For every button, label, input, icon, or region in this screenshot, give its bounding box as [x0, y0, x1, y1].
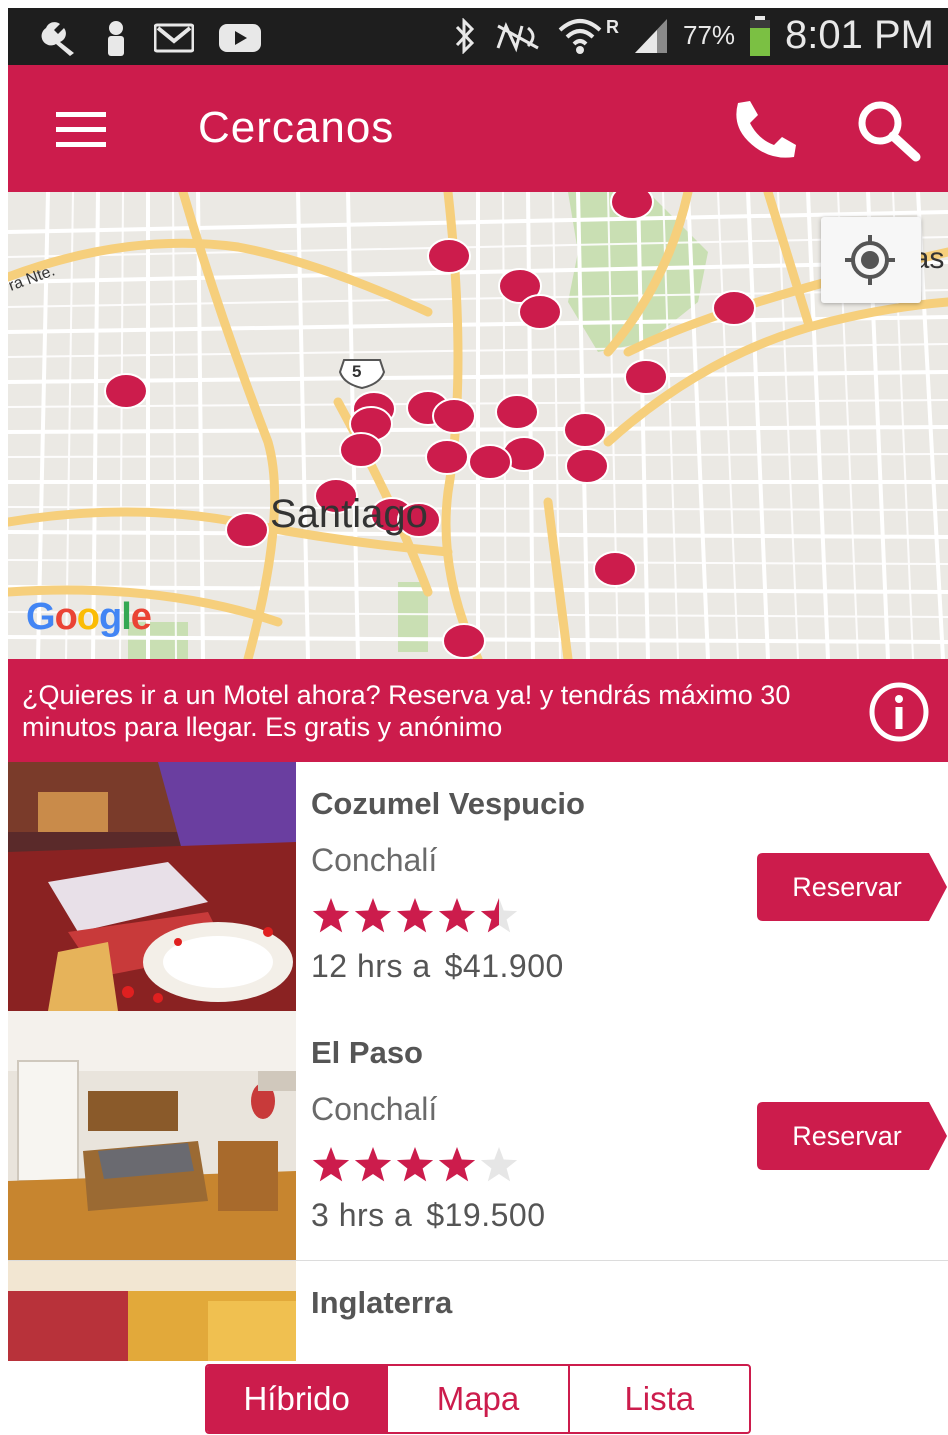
room-photo: [8, 1261, 296, 1361]
promo-banner: ¿Quieres ir a un Motel ahora? Reserva ya…: [8, 659, 948, 762]
battery-percent: 77%: [682, 20, 736, 50]
rating-stars: [312, 1147, 518, 1182]
status-bar: R 77% 8:01 PM: [8, 8, 948, 65]
listing-card[interactable]: El Paso Conchalí 3 hrs a $19.500 Reservar: [8, 1011, 948, 1261]
person-icon: [108, 21, 124, 56]
my-location-icon: [845, 235, 895, 285]
star-filled: [354, 898, 392, 933]
view-mode-tabs: Híbrido Mapa Lista: [205, 1364, 751, 1434]
price-amount: $41.900: [444, 948, 564, 984]
tab-mapa[interactable]: Mapa: [386, 1366, 567, 1432]
app-bar: Cercanos: [8, 65, 948, 192]
star-filled: [396, 1147, 434, 1182]
price-duration: 12 hrs a: [311, 948, 431, 984]
gmail-icon: [154, 23, 194, 53]
nfc-icon: [496, 21, 539, 52]
my-location-button[interactable]: [821, 217, 921, 303]
promo-text: ¿Quieres ir a un Motel ahora? Reserva ya…: [22, 680, 791, 742]
roaming-indicator: R: [605, 17, 619, 37]
listing-name: Cozumel Vespucio: [311, 786, 585, 821]
route-shield: [338, 359, 386, 390]
room-photo: [8, 1011, 296, 1260]
clock: 8:01 PM: [785, 13, 934, 57]
info-icon[interactable]: [868, 681, 930, 743]
tab-lista[interactable]: Lista: [567, 1366, 749, 1432]
map-canvas: [8, 192, 948, 659]
star-empty: [480, 1147, 518, 1182]
listing-name: Inglaterra: [311, 1285, 453, 1320]
wrench-icon: [41, 22, 74, 56]
star-filled: [312, 1147, 350, 1182]
star-filled: [312, 898, 350, 933]
listing-district: Conchalí: [311, 1091, 438, 1127]
reserve-button[interactable]: Reservar: [757, 853, 947, 921]
listing-price: 3 hrs a $19.500: [311, 1197, 560, 1234]
youtube-icon: [219, 24, 261, 52]
bluetooth-icon: [455, 17, 475, 54]
price-duration: 3 hrs a: [311, 1197, 413, 1233]
reserve-label: Reservar: [792, 872, 902, 902]
search-icon[interactable]: [854, 99, 926, 163]
phone-icon[interactable]: [728, 97, 800, 161]
signal-icon: [634, 18, 667, 53]
tab-hibrido[interactable]: Híbrido: [207, 1366, 387, 1432]
listing-card[interactable]: Inglaterra: [8, 1261, 948, 1361]
room-photo: [8, 762, 296, 1011]
listing-card[interactable]: Cozumel Vespucio Conchalí 12 hrs a $41.90…: [8, 762, 948, 1012]
star-filled: [354, 1147, 392, 1182]
star-filled: [396, 898, 434, 933]
menu-icon[interactable]: [56, 112, 106, 148]
battery-icon: [750, 15, 771, 56]
price-amount: $19.500: [426, 1197, 546, 1233]
listing-price: 12 hrs a $41.900: [311, 948, 578, 985]
star-filled: [438, 1147, 476, 1182]
reserve-label: Reservar: [792, 1121, 902, 1151]
wifi-icon: [558, 18, 602, 54]
page-title: Cercanos: [198, 103, 395, 152]
google-attribution: Google: [26, 596, 152, 638]
city-label: Santiago: [270, 492, 428, 536]
reserve-button[interactable]: Reservar: [757, 1102, 947, 1170]
listing-district: Conchalí: [311, 842, 438, 878]
map-view[interactable]: 5 ra Nte. Santiago Las Google: [8, 192, 948, 659]
rating-stars: [312, 898, 518, 933]
listing-name: El Paso: [311, 1035, 423, 1070]
star-filled: [438, 898, 476, 933]
route-shield-label: 5: [352, 362, 362, 381]
